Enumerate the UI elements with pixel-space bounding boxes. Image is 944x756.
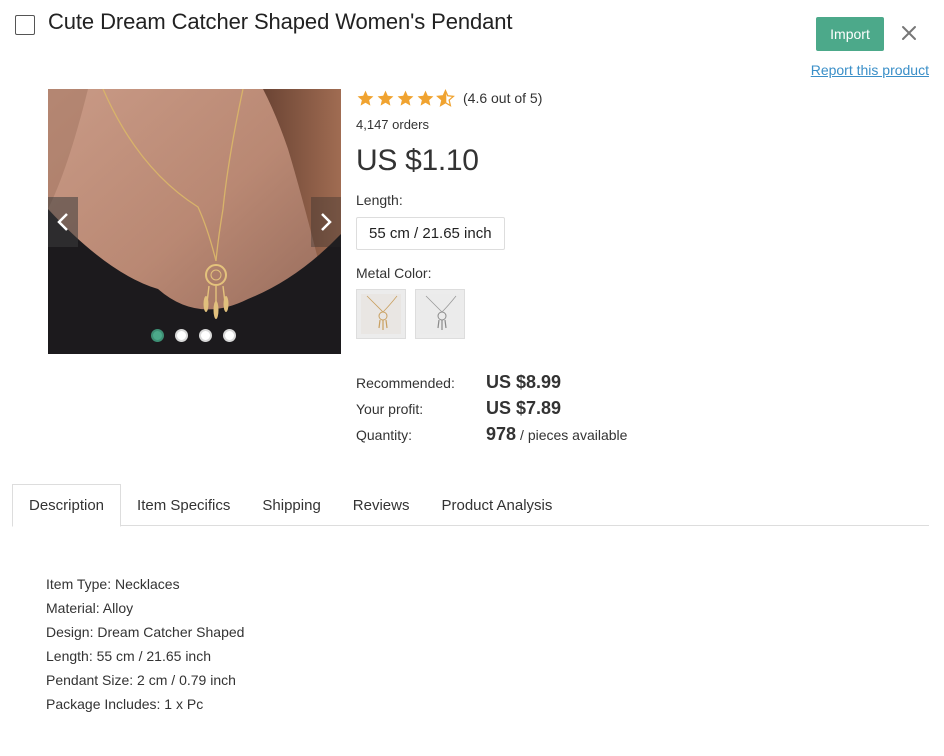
gallery-next-button[interactable] xyxy=(311,197,341,247)
chevron-left-icon xyxy=(57,213,68,231)
product-photo xyxy=(48,89,341,354)
description-line: Design: Dream Catcher Shaped xyxy=(46,624,245,640)
quantity-label: Quantity: xyxy=(356,427,413,443)
star-half-icon xyxy=(436,88,455,107)
metal-color-label: Metal Color: xyxy=(356,265,432,281)
product-image-gallery xyxy=(48,89,341,354)
star-icon xyxy=(417,90,434,106)
star-icon xyxy=(357,90,374,106)
import-button[interactable]: Import xyxy=(816,17,884,51)
quantity-suffix: / pieces available xyxy=(520,427,628,443)
description-line: Material: Alloy xyxy=(46,600,134,616)
gold-pendant-icon xyxy=(361,294,401,334)
rating-text: (4.6 out of 5) xyxy=(463,90,543,106)
select-product-checkbox[interactable] xyxy=(15,15,35,35)
quantity-row: Quantity: 978 / pieces available xyxy=(356,424,627,450)
gallery-dot[interactable] xyxy=(199,329,212,342)
chevron-right-icon xyxy=(321,213,332,231)
star-icon xyxy=(377,90,394,106)
star-rating xyxy=(356,88,455,108)
pricing-stats: Recommended: US $8.99 Your profit: US $7… xyxy=(356,372,627,450)
description-line: Item Type: Necklaces xyxy=(46,576,180,592)
gallery-dot[interactable] xyxy=(223,329,236,342)
report-product-link[interactable]: Report this product xyxy=(811,62,929,78)
description-line: Package Includes: 1 x Pc xyxy=(46,696,204,712)
rating-row: (4.6 out of 5) xyxy=(356,88,916,108)
close-icon[interactable] xyxy=(898,22,920,44)
tab-item-specifics[interactable]: Item Specifics xyxy=(121,484,246,526)
gallery-dots xyxy=(151,329,236,342)
metal-color-swatches xyxy=(356,289,916,339)
gold-pendant-swatch[interactable] xyxy=(356,289,406,339)
gallery-dot[interactable] xyxy=(175,329,188,342)
recommended-label: Recommended: xyxy=(356,375,455,391)
recommended-row: Recommended: US $8.99 xyxy=(356,372,627,398)
profit-label: Your profit: xyxy=(356,401,424,417)
product-title: Cute Dream Catcher Shaped Women's Pendan… xyxy=(48,9,513,34)
length-option-button[interactable]: 55 cm / 21.65 inch xyxy=(356,217,505,250)
product-info: (4.6 out of 5) 4,147 orders US $1.10 Len… xyxy=(356,88,916,339)
silver-pendant-icon xyxy=(420,294,460,334)
profit-value: US $7.89 xyxy=(486,398,562,418)
description-line: Pendant Size: 2 cm / 0.79 inch xyxy=(46,672,236,688)
length-label: Length: xyxy=(356,192,403,208)
profit-row: Your profit: US $7.89 xyxy=(356,398,627,424)
product-tabs: Description Item Specifics Shipping Revi… xyxy=(12,484,929,527)
star-icon xyxy=(397,90,414,106)
product-price: US $1.10 xyxy=(356,144,479,177)
gallery-prev-button[interactable] xyxy=(48,197,78,247)
quantity-value: 978 xyxy=(486,424,517,444)
tab-description[interactable]: Description xyxy=(12,484,122,527)
tab-reviews[interactable]: Reviews xyxy=(337,484,426,526)
tab-product-analysis[interactable]: Product Analysis xyxy=(425,484,568,526)
silver-pendant-swatch[interactable] xyxy=(415,289,465,339)
recommended-value: US $8.99 xyxy=(486,372,562,392)
tab-shipping[interactable]: Shipping xyxy=(246,484,336,526)
description-line: Length: 55 cm / 21.65 inch xyxy=(46,648,211,664)
gallery-dot[interactable] xyxy=(151,329,164,342)
orders-count: 4,147 orders xyxy=(356,117,429,132)
description-content: Item Type: Necklaces Material: Alloy Des… xyxy=(46,572,244,716)
